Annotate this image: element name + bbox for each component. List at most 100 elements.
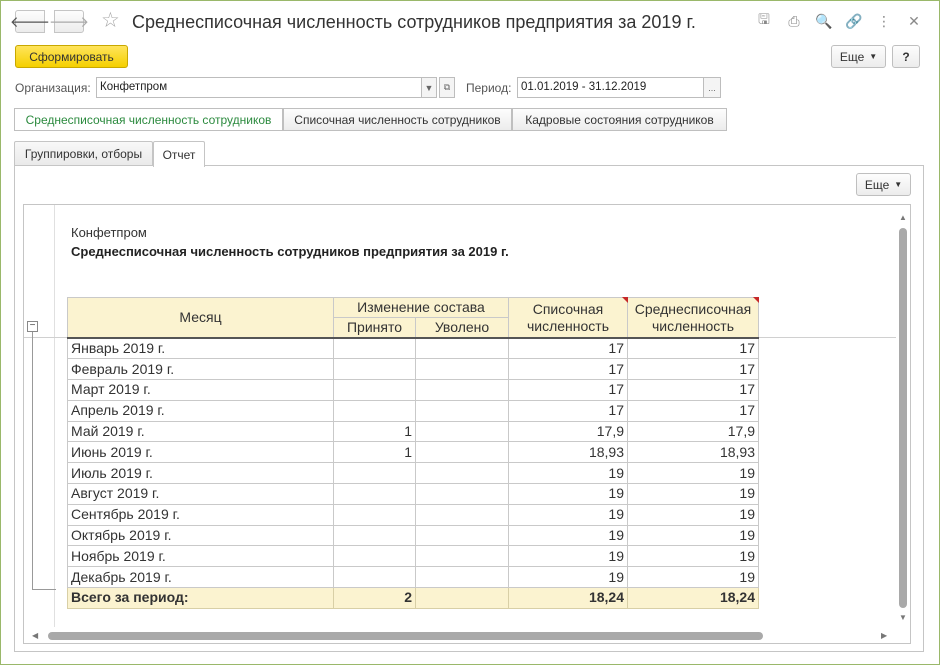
organization-open-button[interactable]: ⧉: [439, 77, 455, 98]
cell-hired[interactable]: 1: [333, 441, 416, 464]
preview-icon[interactable]: 🔍: [815, 12, 833, 30]
cell-month[interactable]: Август 2019 г.: [67, 483, 334, 505]
cell-month[interactable]: Июнь 2019 г.: [67, 441, 334, 464]
period-field[interactable]: 01.01.2019 - 31.12.2019: [517, 77, 704, 98]
variant-average-headcount[interactable]: Среднесписочная численность сотрудников: [14, 108, 283, 131]
cell-hired[interactable]: [333, 503, 416, 526]
scroll-down-icon[interactable]: ▼: [899, 613, 907, 622]
cell-hired[interactable]: [333, 524, 416, 547]
cell-list-count[interactable]: 17: [508, 358, 628, 381]
cell-list-count[interactable]: 19: [508, 566, 628, 589]
cell-month[interactable]: Ноябрь 2019 г.: [67, 545, 334, 568]
cell-month[interactable]: Декабрь 2019 г.: [67, 566, 334, 589]
generate-button[interactable]: Сформировать: [15, 45, 128, 68]
cell-month[interactable]: Март 2019 г.: [67, 379, 334, 401]
cell-hired[interactable]: [333, 566, 416, 589]
cell-fired[interactable]: [415, 566, 509, 589]
cell-month[interactable]: Май 2019 г.: [67, 420, 334, 443]
cell-month[interactable]: Июль 2019 г.: [67, 462, 334, 485]
total-list-count[interactable]: 18,24: [508, 587, 628, 609]
header-list-count: Списочная численность: [508, 297, 629, 339]
vertical-scrollbar-thumb[interactable]: [899, 228, 907, 608]
cell-month[interactable]: Апрель 2019 г.: [67, 399, 334, 422]
cell-list-count[interactable]: 18,93: [508, 441, 628, 464]
more-button[interactable]: Еще ▼: [831, 45, 886, 68]
total-avg-count[interactable]: 18,24: [627, 587, 759, 609]
tab-report[interactable]: Отчет: [153, 141, 205, 167]
cell-list-count[interactable]: 19: [508, 483, 628, 505]
cell-list-count[interactable]: 17: [508, 399, 628, 422]
cell-hired[interactable]: [333, 545, 416, 568]
cell-fired[interactable]: [415, 462, 509, 485]
total-label[interactable]: Всего за период:: [67, 587, 334, 609]
cell-list-count[interactable]: 19: [508, 503, 628, 526]
cell-fired[interactable]: [415, 399, 509, 422]
cell-list-count[interactable]: 19: [508, 524, 628, 547]
horizontal-scrollbar-thumb[interactable]: [48, 632, 763, 640]
cell-avg-count[interactable]: 19: [627, 483, 759, 505]
table-row: Июль 2019 г. 19 19: [67, 462, 759, 485]
period-label: Период:: [466, 81, 512, 95]
total-hired[interactable]: 2: [333, 587, 416, 609]
cell-list-count[interactable]: 17: [508, 337, 628, 360]
cell-avg-count[interactable]: 19: [627, 503, 759, 526]
back-button[interactable]: 🡐: [10, 10, 50, 33]
cell-avg-count[interactable]: 17: [627, 379, 759, 401]
cell-list-count[interactable]: 19: [508, 545, 628, 568]
help-button[interactable]: ?: [892, 45, 920, 68]
cell-month[interactable]: Январь 2019 г.: [67, 337, 334, 360]
cell-list-count[interactable]: 17,9: [508, 420, 628, 443]
chevron-down-icon: ▼: [424, 82, 434, 93]
cell-hired[interactable]: [333, 483, 416, 505]
cell-fired[interactable]: [415, 503, 509, 526]
cell-fired[interactable]: [415, 524, 509, 547]
collapse-group-icon[interactable]: −: [27, 321, 38, 332]
cell-month[interactable]: Февраль 2019 г.: [67, 358, 334, 381]
cell-avg-count[interactable]: 17: [627, 337, 759, 360]
star-icon[interactable]: ☆: [101, 9, 120, 33]
cell-fired[interactable]: [415, 358, 509, 381]
more-vertical-icon[interactable]: ⋮: [875, 12, 893, 30]
close-icon[interactable]: ✕: [905, 12, 923, 30]
cell-month[interactable]: Октябрь 2019 г.: [67, 524, 334, 547]
scroll-right-icon[interactable]: ▶: [881, 631, 887, 640]
tab-groupings[interactable]: Группировки, отборы: [14, 141, 153, 166]
cell-avg-count[interactable]: 19: [627, 545, 759, 568]
cell-avg-count[interactable]: 19: [627, 566, 759, 589]
cell-avg-count[interactable]: 19: [627, 462, 759, 485]
scroll-up-icon[interactable]: ▲: [899, 213, 907, 222]
period-select-button[interactable]: ...: [703, 77, 721, 98]
cell-avg-count[interactable]: 19: [627, 524, 759, 547]
cell-hired[interactable]: [333, 358, 416, 381]
link-icon[interactable]: 🔗: [845, 12, 863, 30]
total-fired[interactable]: [415, 587, 509, 609]
variant-staff-states[interactable]: Кадровые состояния сотрудников: [512, 108, 727, 131]
organization-field[interactable]: Конфетпром: [96, 77, 422, 98]
print-icon[interactable]: ⎙: [785, 12, 803, 30]
report-more-button[interactable]: Еще ▼: [856, 173, 911, 196]
cell-avg-count[interactable]: 17: [627, 399, 759, 422]
cell-avg-count[interactable]: 18,93: [627, 441, 759, 464]
variant-list-headcount[interactable]: Списочная численность сотрудников: [283, 108, 512, 131]
cell-fired[interactable]: [415, 441, 509, 464]
forward-button[interactable]: 🡒: [49, 10, 89, 33]
cell-avg-count[interactable]: 17: [627, 358, 759, 381]
cell-fired[interactable]: [415, 545, 509, 568]
cell-fired[interactable]: [415, 483, 509, 505]
cell-hired[interactable]: [333, 399, 416, 422]
cell-hired[interactable]: [333, 379, 416, 401]
cell-month[interactable]: Сентябрь 2019 г.: [67, 503, 334, 526]
cell-list-count[interactable]: 19: [508, 462, 628, 485]
cell-list-count[interactable]: 17: [508, 379, 628, 401]
cell-avg-count[interactable]: 17,9: [627, 420, 759, 443]
cell-fired[interactable]: [415, 420, 509, 443]
table-row: Май 2019 г. 1 17,9 17,9: [67, 420, 759, 443]
cell-hired[interactable]: 1: [333, 420, 416, 443]
cell-fired[interactable]: [415, 379, 509, 401]
cell-hired[interactable]: [333, 337, 416, 360]
cell-hired[interactable]: [333, 462, 416, 485]
save-icon[interactable]: 🖫: [755, 11, 773, 30]
scroll-left-icon[interactable]: ◀: [32, 631, 38, 640]
organization-dropdown-button[interactable]: ▼: [421, 77, 437, 98]
cell-fired[interactable]: [415, 337, 509, 360]
